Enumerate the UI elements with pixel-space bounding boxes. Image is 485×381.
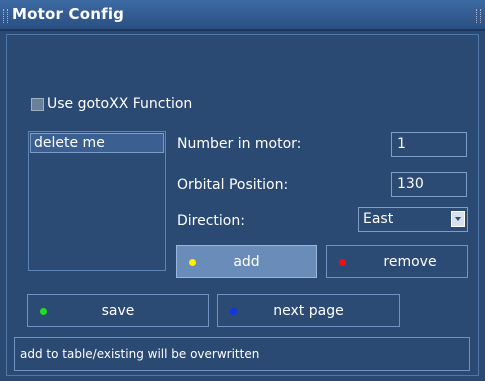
use-gotoxx-label: Use gotoXX Function	[47, 96, 193, 112]
save-button[interactable]: save	[27, 294, 209, 327]
use-gotoxx-option[interactable]: Use gotoXX Function	[31, 94, 192, 114]
status-text: add to table/existing will be overwritte…	[20, 347, 260, 361]
title-grip-right-icon	[476, 9, 481, 23]
remove-button-label: remove	[383, 254, 437, 270]
status-bar: add to table/existing will be overwritte…	[14, 337, 470, 371]
add-button[interactable]: add	[176, 245, 317, 278]
direction-select[interactable]: East	[358, 207, 468, 232]
window-title: Motor Config	[12, 5, 125, 23]
motor-position-list[interactable]: delete me	[28, 131, 166, 271]
direction-value: East	[363, 211, 394, 227]
number-in-motor-label: Number in motor:	[177, 136, 302, 152]
motor-config-window: Motor Config Use gotoXX Function delete …	[0, 0, 485, 381]
red-dot-icon	[339, 259, 346, 266]
save-button-label: save	[101, 303, 135, 319]
add-button-label: add	[233, 254, 260, 270]
title-bar: Motor Config	[0, 0, 485, 31]
remove-button[interactable]: remove	[326, 245, 468, 278]
next-page-button-label: next page	[273, 303, 344, 319]
title-grip-left-icon	[3, 9, 8, 23]
chevron-down-icon[interactable]	[451, 211, 465, 227]
use-gotoxx-checkbox[interactable]	[31, 97, 44, 111]
number-in-motor-input[interactable]: 1	[391, 132, 467, 157]
orbital-position-label: Orbital Position:	[177, 177, 289, 193]
direction-label: Direction:	[177, 213, 245, 229]
orbital-position-input[interactable]: 130	[391, 172, 467, 197]
next-page-button[interactable]: next page	[217, 294, 400, 327]
list-item[interactable]: delete me	[30, 133, 164, 153]
